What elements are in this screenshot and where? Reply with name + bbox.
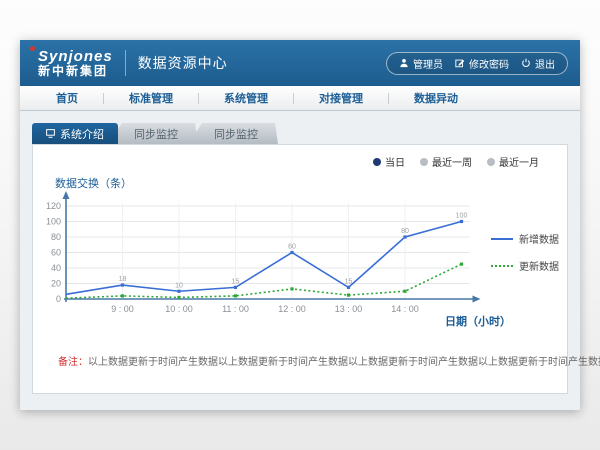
svg-text:60: 60 xyxy=(288,244,296,251)
svg-text:15: 15 xyxy=(345,278,353,285)
radio-last-month[interactable]: 最近一月 xyxy=(487,154,539,169)
nav-item-home[interactable]: 首页 xyxy=(54,90,80,106)
svg-text:100: 100 xyxy=(46,217,61,227)
radio-last-week[interactable]: 最近一周 xyxy=(420,154,472,169)
current-user-button[interactable]: 管理员 xyxy=(399,56,443,71)
svg-text:80: 80 xyxy=(401,228,409,235)
logo-registered-mark xyxy=(30,46,35,51)
radio-today[interactable]: 当日 xyxy=(373,154,405,169)
radio-label: 最近一周 xyxy=(432,154,472,169)
content-area: 系统介绍 同步监控 同步监控 当日 最近一周 xyxy=(20,111,580,410)
svg-text:18: 18 xyxy=(119,276,127,283)
header-divider xyxy=(125,50,126,76)
nav-item-system-mgmt[interactable]: 系统管理 xyxy=(222,90,270,106)
power-icon xyxy=(521,58,531,68)
tab-sync-monitor-2[interactable]: 同步监控 xyxy=(188,123,278,144)
chart-panel: 当日 最近一周 最近一月 数据交换（条） 0204060801001209 : … xyxy=(32,144,568,394)
svg-text:10 : 00: 10 : 00 xyxy=(165,304,193,314)
radio-dot xyxy=(487,158,495,166)
user-name: 管理员 xyxy=(413,56,443,71)
page-title: 数据资源中心 xyxy=(138,53,228,73)
svg-text:15: 15 xyxy=(232,278,240,285)
logo-group-name: 新中新集团 xyxy=(38,65,113,78)
svg-text:80: 80 xyxy=(51,232,61,242)
nav-divider xyxy=(103,93,104,104)
footnote: 备注：以上数据更新于时间产生数据以上数据更新于时间产生数据以上数据更新于时间产生… xyxy=(58,353,600,368)
svg-text:100: 100 xyxy=(456,213,468,220)
solid-line-swatch xyxy=(491,238,513,240)
time-range-filter: 当日 最近一周 最近一月 xyxy=(373,154,539,169)
nav-divider xyxy=(198,93,199,104)
line-chart: 0 20 40 60 80 100 120 9 : 00 10 : 00 11 : 00 12 : … xyxy=(37,189,507,341)
dotted-line-swatch xyxy=(491,265,513,267)
x-axis-title: 日期（小时） xyxy=(445,313,511,329)
svg-text:0: 0 xyxy=(56,294,61,304)
nav-divider xyxy=(293,93,294,104)
logo-name: Synjones xyxy=(38,49,113,65)
nav-item-standard-mgmt[interactable]: 标准管理 xyxy=(127,90,175,106)
main-nav: 首页 标准管理 系统管理 对接管理 数据异动 xyxy=(20,86,580,111)
radio-dot xyxy=(373,158,381,166)
change-password-label: 修改密码 xyxy=(469,56,509,71)
nav-item-data-change[interactable]: 数据异动 xyxy=(412,90,460,106)
svg-text:12 : 00: 12 : 00 xyxy=(278,304,306,314)
radio-dot xyxy=(420,158,428,166)
edit-icon xyxy=(455,58,465,68)
chart-legend: 新增数据 更新数据 xyxy=(491,231,559,273)
tab-sync-monitor-1[interactable]: 同步监控 xyxy=(108,123,198,144)
user-toolbar: 管理员 修改密码 退出 xyxy=(386,52,568,75)
nav-item-interface-mgmt[interactable]: 对接管理 xyxy=(317,90,365,106)
tab-label: 系统介绍 xyxy=(60,126,104,142)
legend-new-data[interactable]: 新增数据 xyxy=(491,231,559,246)
svg-text:120: 120 xyxy=(46,201,61,211)
app-window: Synjones 新中新集团 数据资源中心 管理员 修改密码 xyxy=(20,40,580,410)
change-password-button[interactable]: 修改密码 xyxy=(455,56,509,71)
svg-text:60: 60 xyxy=(51,248,61,258)
logout-label: 退出 xyxy=(535,56,555,71)
svg-text:14 : 00: 14 : 00 xyxy=(391,304,419,314)
footnote-label: 备注： xyxy=(58,357,88,368)
svg-text:13 : 00: 13 : 00 xyxy=(335,304,363,314)
legend-updated-data[interactable]: 更新数据 xyxy=(491,258,559,273)
svg-text:40: 40 xyxy=(51,263,61,273)
svg-text:20: 20 xyxy=(51,279,61,289)
radio-label: 最近一月 xyxy=(499,154,539,169)
logout-button[interactable]: 退出 xyxy=(521,56,555,71)
tab-label: 同步监控 xyxy=(214,126,258,142)
tab-label: 同步监控 xyxy=(134,126,178,142)
svg-text:10: 10 xyxy=(175,282,183,289)
footnote-text: 以上数据更新于时间产生数据以上数据更新于时间产生数据以上数据更新于时间产生数据以… xyxy=(88,357,600,368)
company-logo: Synjones 新中新集团 xyxy=(32,49,113,77)
monitor-icon xyxy=(46,129,55,138)
tab-bar: 系统介绍 同步监控 同步监控 xyxy=(32,123,568,144)
radio-label: 当日 xyxy=(385,154,405,169)
user-icon xyxy=(399,58,409,68)
svg-text:9 : 00: 9 : 00 xyxy=(111,304,134,314)
legend-label: 更新数据 xyxy=(519,258,559,273)
svg-text:11 : 00: 11 : 00 xyxy=(222,304,249,314)
nav-divider xyxy=(388,93,389,104)
tab-system-intro[interactable]: 系统介绍 xyxy=(32,123,118,144)
legend-label: 新增数据 xyxy=(519,231,559,246)
header: Synjones 新中新集团 数据资源中心 管理员 修改密码 xyxy=(20,40,580,86)
